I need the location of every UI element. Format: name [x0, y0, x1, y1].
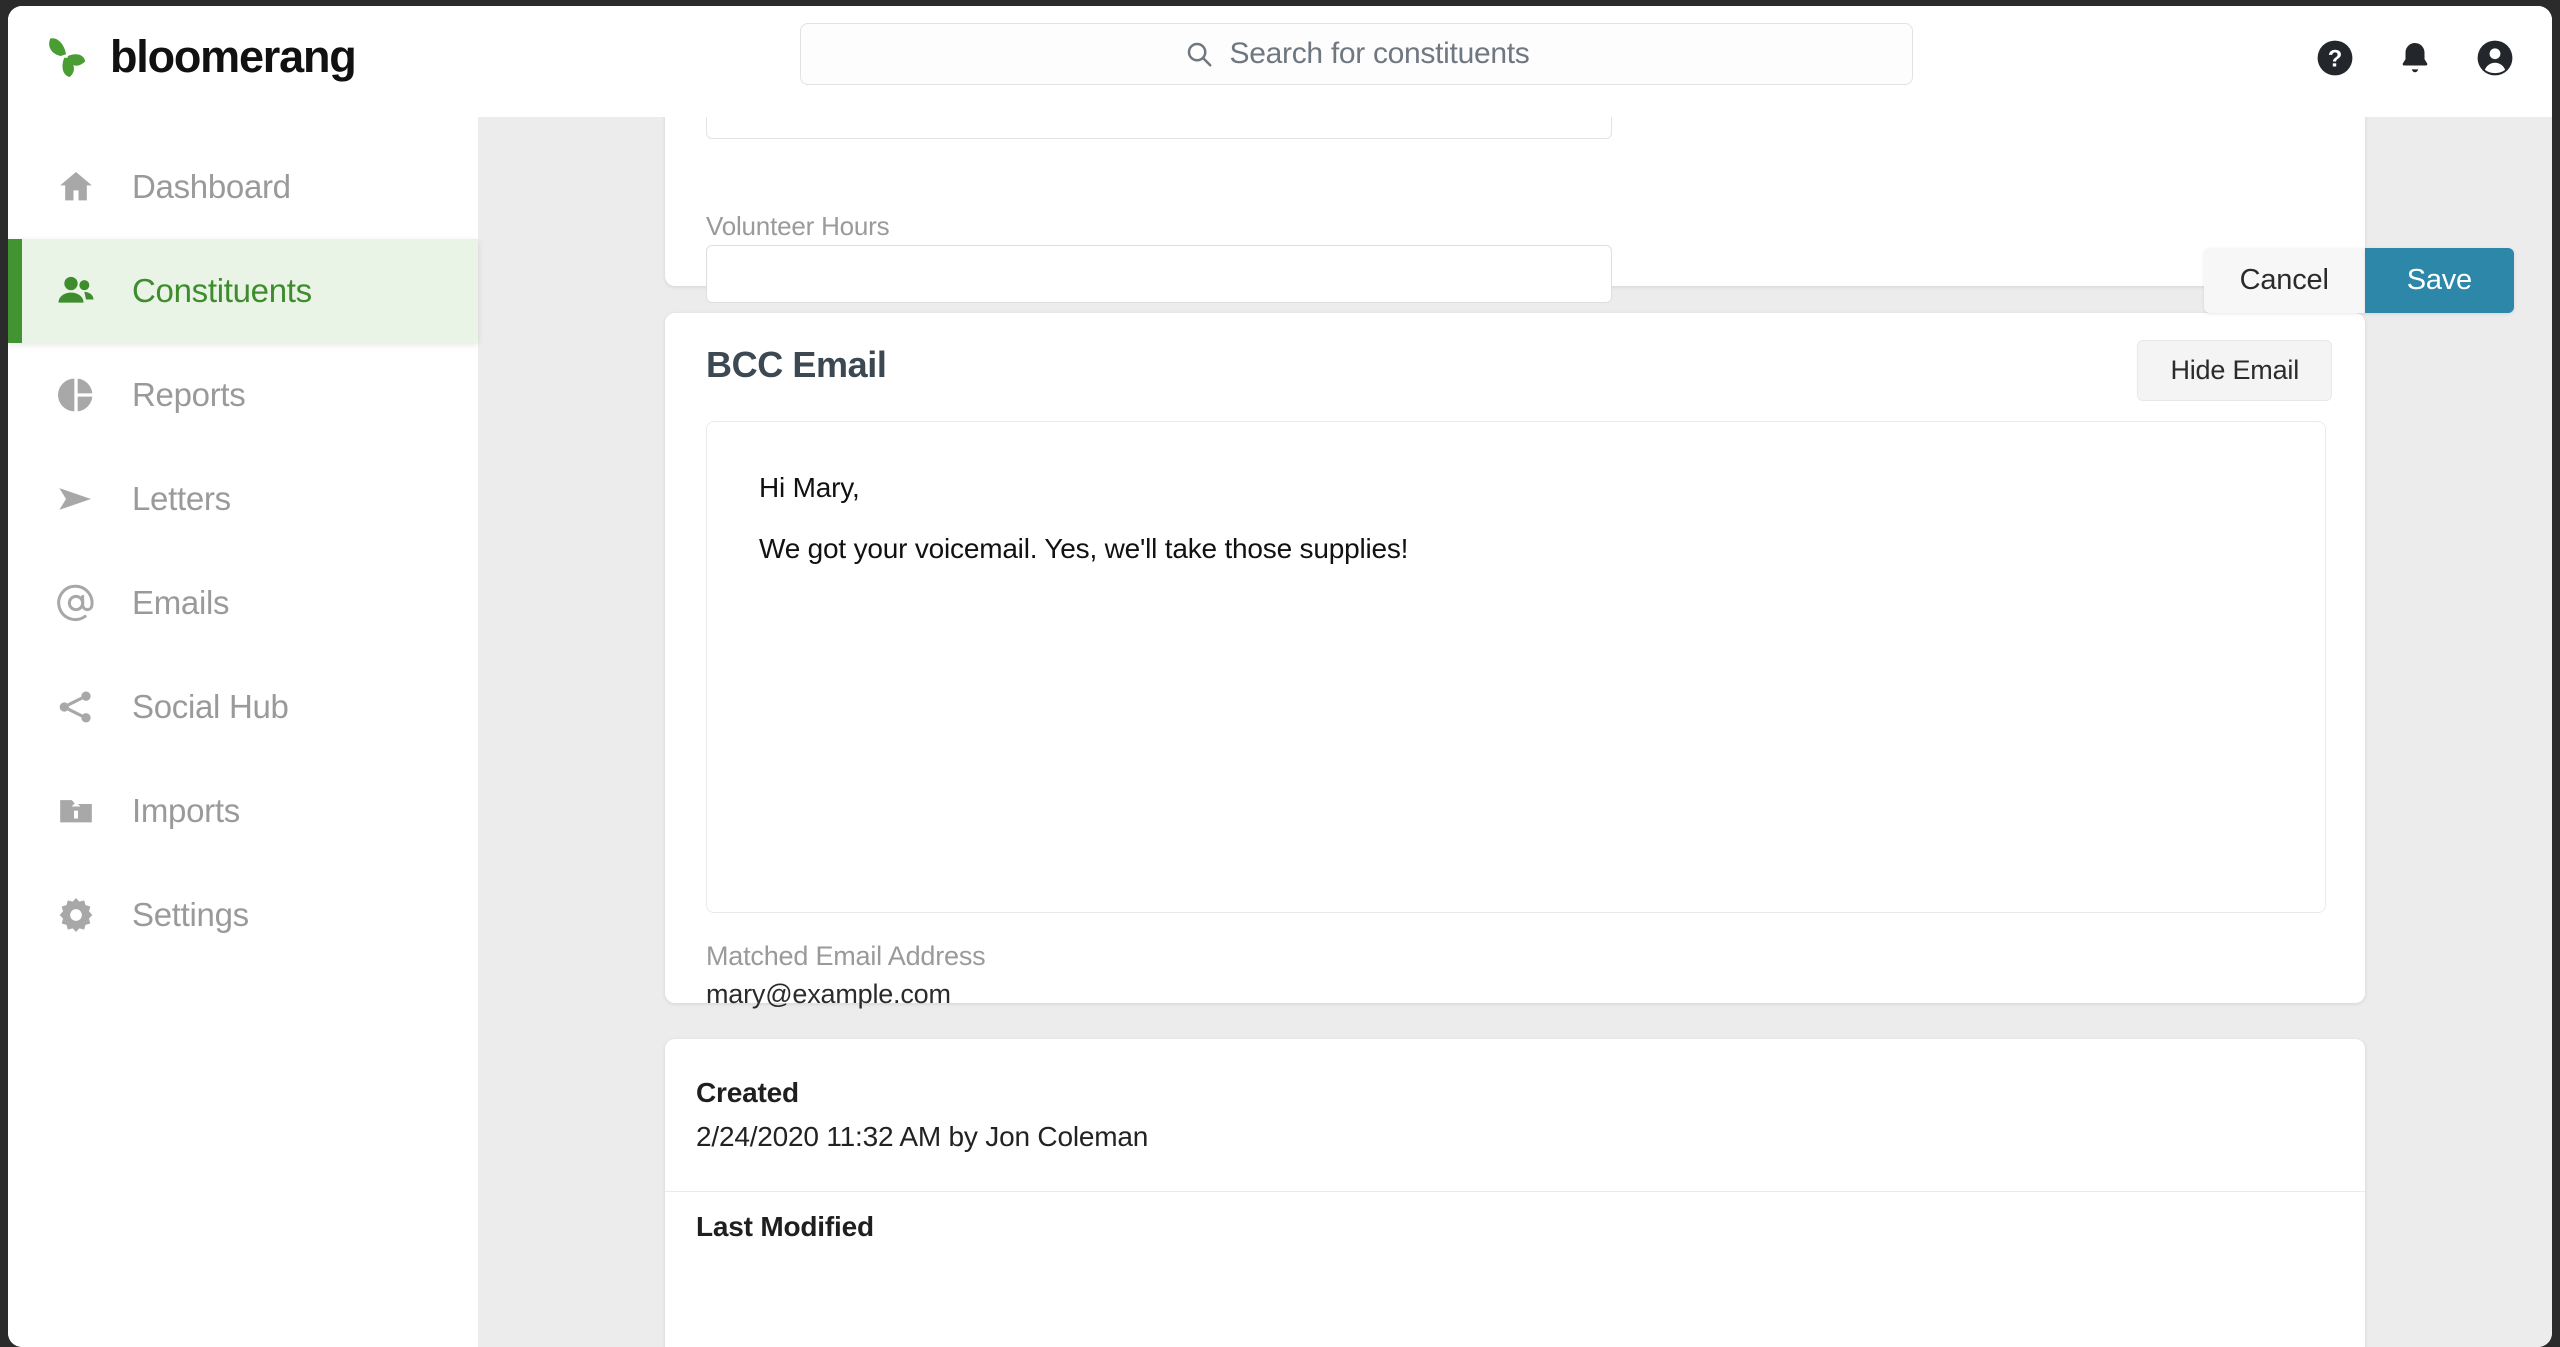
svg-text:?: ?: [2328, 46, 2343, 73]
sidebar-item-label: Constituents: [132, 272, 312, 309]
notifications-icon[interactable]: [2396, 39, 2434, 77]
sidebar-item-emails[interactable]: Emails: [8, 551, 478, 655]
created-label: Created: [696, 1077, 799, 1108]
last-modified-row: Last Modified: [696, 1211, 874, 1243]
sidebar-navigation: Dashboard Constituents Reports Letters E…: [8, 117, 478, 1347]
created-value: 2/24/2020 11:32 AM by Jon Coleman: [696, 1121, 1149, 1152]
record-metadata-card: Created 2/24/2020 11:32 AM by Jon Colema…: [665, 1039, 2365, 1347]
search-icon: [1187, 42, 1212, 67]
pie-chart-icon: [57, 378, 93, 412]
sidebar-item-label: Social Hub: [132, 688, 289, 725]
gear-icon: [59, 898, 93, 932]
sidebar-item-constituents[interactable]: Constituents: [8, 239, 478, 343]
volunteer-hours-input[interactable]: [706, 245, 1612, 303]
sidebar-item-label: Settings: [132, 896, 249, 933]
bcc-email-card: BCC Email Hide Email Hi Mary, We got you…: [665, 313, 2365, 1009]
metadata-divider: [665, 1191, 2365, 1192]
created-row: Created 2/24/2020 11:32 AM by Jon Colema…: [696, 1077, 1148, 1153]
email-body-panel[interactable]: Hi Mary, We got your voicemail. Yes, we'…: [706, 421, 2326, 913]
bcc-email-title: BCC Email: [706, 344, 887, 385]
form-action-buttons: Cancel Save: [2203, 248, 2514, 313]
folder-upload-icon: [60, 800, 92, 823]
sidebar-item-dashboard[interactable]: Dashboard: [8, 135, 478, 239]
application-window: bloomerang Search for constituents ? Das…: [8, 6, 2552, 1347]
search-placeholder-text: Search for constituents: [1229, 37, 1530, 70]
sidebar-item-settings[interactable]: Settings: [8, 863, 478, 967]
header-icon-group: ?: [2316, 39, 2514, 77]
help-icon[interactable]: ?: [2316, 39, 2354, 77]
brand-name: bloomerang: [110, 30, 357, 82]
matched-email-label: Matched Email Address: [706, 941, 986, 971]
matched-email-value: mary@example.com: [706, 979, 951, 1009]
sidebar-item-imports[interactable]: Imports: [8, 759, 478, 863]
search-input[interactable]: Search for constituents: [800, 23, 1913, 85]
volunteer-hours-label: Volunteer Hours: [706, 211, 890, 241]
sidebar-item-letters[interactable]: Letters: [8, 447, 478, 551]
people-icon: [58, 276, 94, 303]
sidebar-item-social-hub[interactable]: Social Hub: [8, 655, 478, 759]
email-body-line: Hi Mary,: [759, 472, 860, 503]
sidebar-item-label: Dashboard: [132, 168, 291, 205]
home-icon: [60, 172, 92, 201]
email-body-line: We got your voicemail. Yes, we'll take t…: [759, 533, 1409, 564]
send-arrow-icon: [59, 488, 91, 510]
sidebar-item-label: Letters: [132, 480, 231, 517]
brand-logo[interactable]: bloomerang: [38, 28, 357, 84]
hide-email-button[interactable]: Hide Email: [2137, 340, 2332, 401]
last-modified-label: Last Modified: [696, 1211, 874, 1242]
save-button[interactable]: Save: [2364, 248, 2514, 313]
sidebar-item-label: Imports: [132, 792, 240, 829]
bloomerang-logo-icon: [49, 38, 86, 77]
sidebar-item-label: Reports: [132, 376, 246, 413]
share-icon: [59, 691, 91, 723]
top-header-bar: bloomerang Search for constituents ?: [8, 6, 2552, 117]
sidebar-item-reports[interactable]: Reports: [8, 343, 478, 447]
account-icon[interactable]: [2476, 39, 2514, 77]
main-content-area: Volunteer Hours Cancel Save BCC Email Hi…: [478, 21, 2552, 1347]
cancel-button[interactable]: Cancel: [2203, 248, 2365, 313]
sidebar-item-label: Emails: [132, 584, 230, 621]
at-sign-icon: [57, 584, 94, 622]
